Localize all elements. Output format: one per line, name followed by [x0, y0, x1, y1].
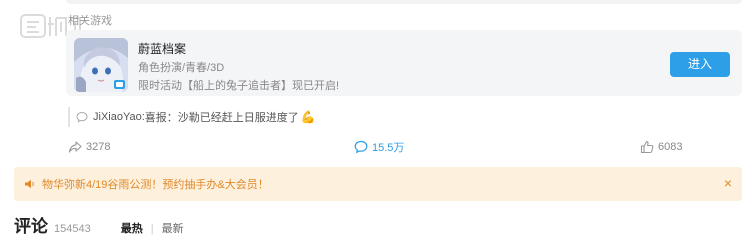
comment-count-value: 15.5万	[372, 142, 405, 154]
comments-title: 评论	[14, 217, 48, 236]
share-count-value: 3278	[86, 141, 111, 153]
comment-bubble-icon	[76, 111, 88, 123]
game-title[interactable]: 蔚蓝档案	[138, 40, 186, 57]
like-count-value: 6083	[658, 141, 683, 153]
related-games-label: 相关游戏	[68, 15, 112, 27]
game-cover-image[interactable]	[74, 38, 128, 92]
comments-header: 评论 154543 最热 | 最新	[14, 212, 184, 236]
like-count[interactable]: 6083	[640, 139, 682, 155]
close-announcement-icon[interactable]: ×	[724, 175, 732, 191]
comments-count: 154543	[54, 223, 91, 235]
sort-by-hot-tab[interactable]: 最热	[121, 220, 143, 236]
flexed-bicep-emoji: 💪	[300, 110, 316, 124]
sort-by-newest-tab[interactable]: 最新	[162, 220, 184, 236]
announcement-text[interactable]: 物华弥新4/19谷雨公测！预约抽手办&大会员！	[42, 176, 269, 192]
quoted-comment[interactable]: JiXiaoYao : 喜报：沙勒已经赶上日服进度了 💪	[68, 107, 316, 127]
share-count[interactable]: 3278	[68, 139, 110, 155]
announcement-banner[interactable]: 物华弥新4/19谷雨公测！预约抽手办&大会员！ ×	[14, 167, 742, 201]
game-event-text: 限时活动【船上的兔子追击者】现已开启!	[138, 80, 340, 92]
previous-content-edge	[66, 0, 742, 4]
comment-count[interactable]: 15.5万	[354, 139, 404, 155]
quoted-comment-username[interactable]: JiXiaoYao	[93, 111, 142, 123]
related-game-card[interactable]: 蔚蓝档案 角色扮演/青春/3D 限时活动【船上的兔子追击者】现已开启! 进入	[66, 30, 742, 96]
share-icon	[68, 141, 82, 153]
thumbs-up-icon	[640, 141, 654, 154]
speaker-icon	[25, 179, 34, 189]
sort-divider: |	[150, 223, 154, 235]
comment-icon	[354, 140, 368, 154]
quoted-comment-text: 喜报：沙勒已经赶上日服进度了	[144, 112, 299, 124]
game-tags: 角色扮演/青春/3D	[138, 62, 225, 74]
enter-game-button[interactable]: 进入	[670, 52, 730, 77]
